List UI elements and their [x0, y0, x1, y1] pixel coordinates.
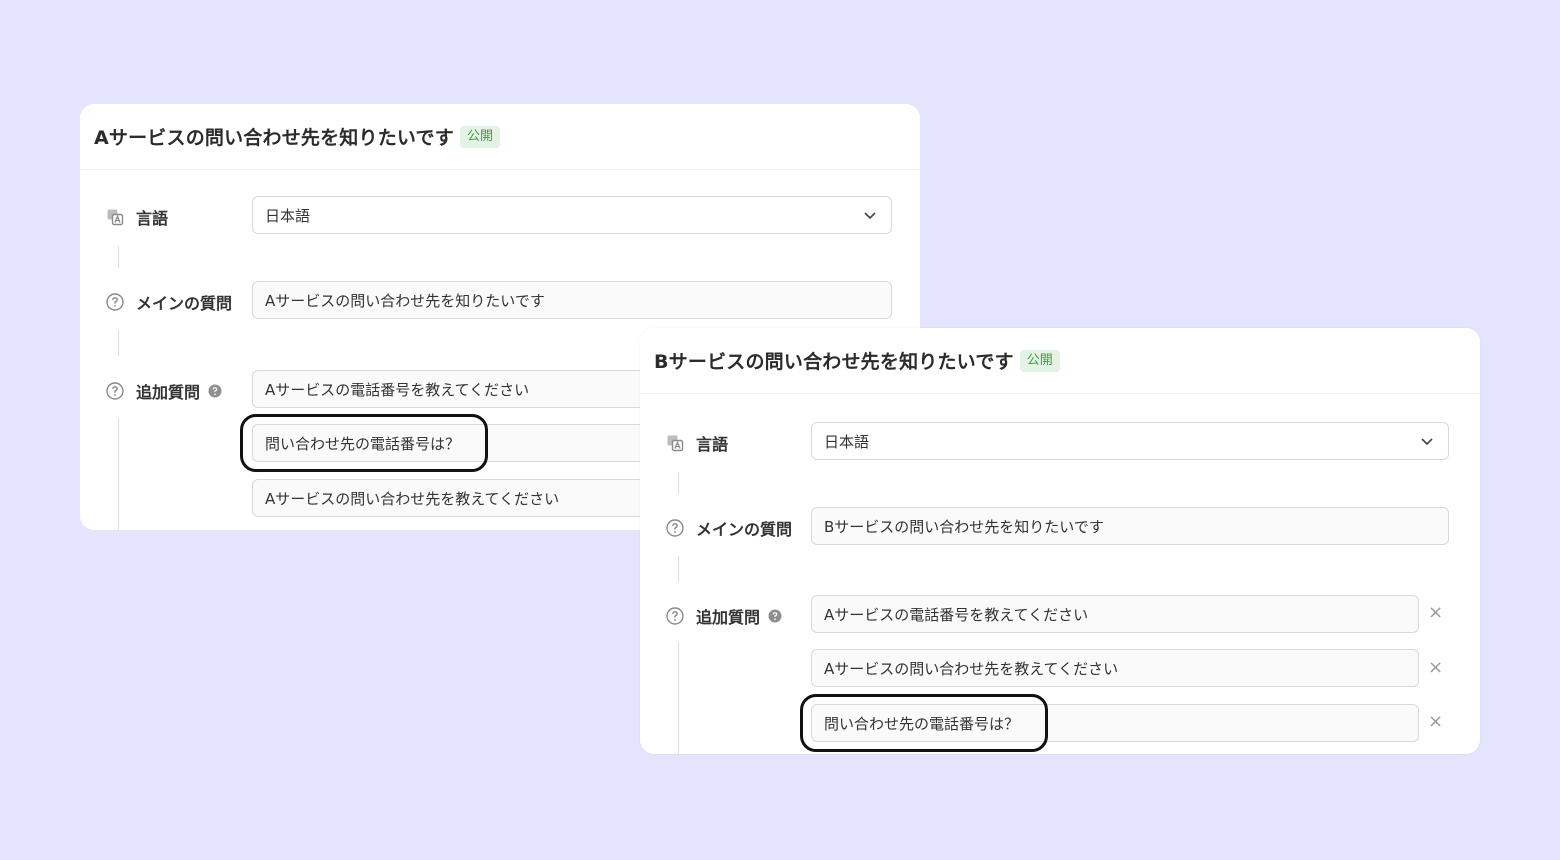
language-label: 言語 [696, 435, 729, 454]
connector-line [678, 472, 679, 494]
status-badge: 公開 [1019, 349, 1060, 372]
close-icon[interactable]: × [1428, 659, 1443, 677]
translate-icon [106, 208, 124, 226]
connector-line [678, 556, 679, 582]
language-label: 言語 [136, 209, 169, 228]
question-circle-icon [666, 519, 684, 537]
additional-question-input[interactable]: 問い合わせ先の電話番号は？ [811, 704, 1419, 742]
additional-question-row-label: 追加質問 [666, 604, 782, 628]
additional-question-label: 追加質問 [696, 608, 761, 627]
question-circle-icon [666, 607, 684, 625]
card-title: Bサービスの問い合わせ先を知りたいです [654, 351, 1014, 373]
additional-question-input[interactable]: Aサービスの問い合わせ先を教えてください [811, 649, 1419, 687]
main-question-row-label: メインの質問 [106, 290, 232, 314]
chevron-down-icon [863, 208, 877, 226]
additional-question-label: 追加質問 [136, 383, 201, 402]
help-filled-icon[interactable] [768, 609, 782, 623]
question-circle-icon [106, 382, 124, 400]
main-question-input[interactable]: Aサービスの問い合わせ先を知りたいです [252, 281, 892, 319]
faq-card-b: Bサービスの問い合わせ先を知りたいです 公開 言語 日本語 メインの質問 Bサー… [640, 328, 1480, 754]
main-question-label: メインの質問 [696, 520, 793, 539]
help-filled-icon[interactable] [208, 384, 222, 398]
connector-line [118, 330, 119, 356]
main-question-input[interactable]: Bサービスの問い合わせ先を知りたいです [811, 507, 1449, 545]
card-title: Aサービスの問い合わせ先を知りたいです [94, 127, 454, 149]
card-header: Aサービスの問い合わせ先を知りたいです 公開 [80, 104, 920, 170]
language-row-label: 言語 [106, 205, 168, 229]
question-circle-icon [106, 293, 124, 311]
additional-question-input[interactable]: Aサービスの電話番号を教えてください [811, 595, 1419, 633]
additional-question-row-label: 追加質問 [106, 379, 222, 403]
main-question-label: メインの質問 [136, 294, 233, 313]
connector-line [118, 418, 119, 530]
connector-line [118, 246, 119, 268]
translate-icon [666, 434, 684, 452]
connector-line [678, 642, 679, 754]
card-header: Bサービスの問い合わせ先を知りたいです 公開 [640, 328, 1480, 394]
close-icon[interactable]: × [1428, 713, 1443, 731]
status-badge: 公開 [459, 125, 500, 148]
language-value: 日本語 [265, 206, 311, 225]
language-row-label: 言語 [666, 431, 728, 455]
close-icon[interactable]: × [1428, 604, 1443, 622]
main-question-row-label: メインの質問 [666, 516, 792, 540]
language-select[interactable]: 日本語 [811, 422, 1449, 460]
language-select[interactable]: 日本語 [252, 196, 892, 234]
chevron-down-icon [1420, 434, 1434, 452]
language-value: 日本語 [824, 432, 870, 451]
